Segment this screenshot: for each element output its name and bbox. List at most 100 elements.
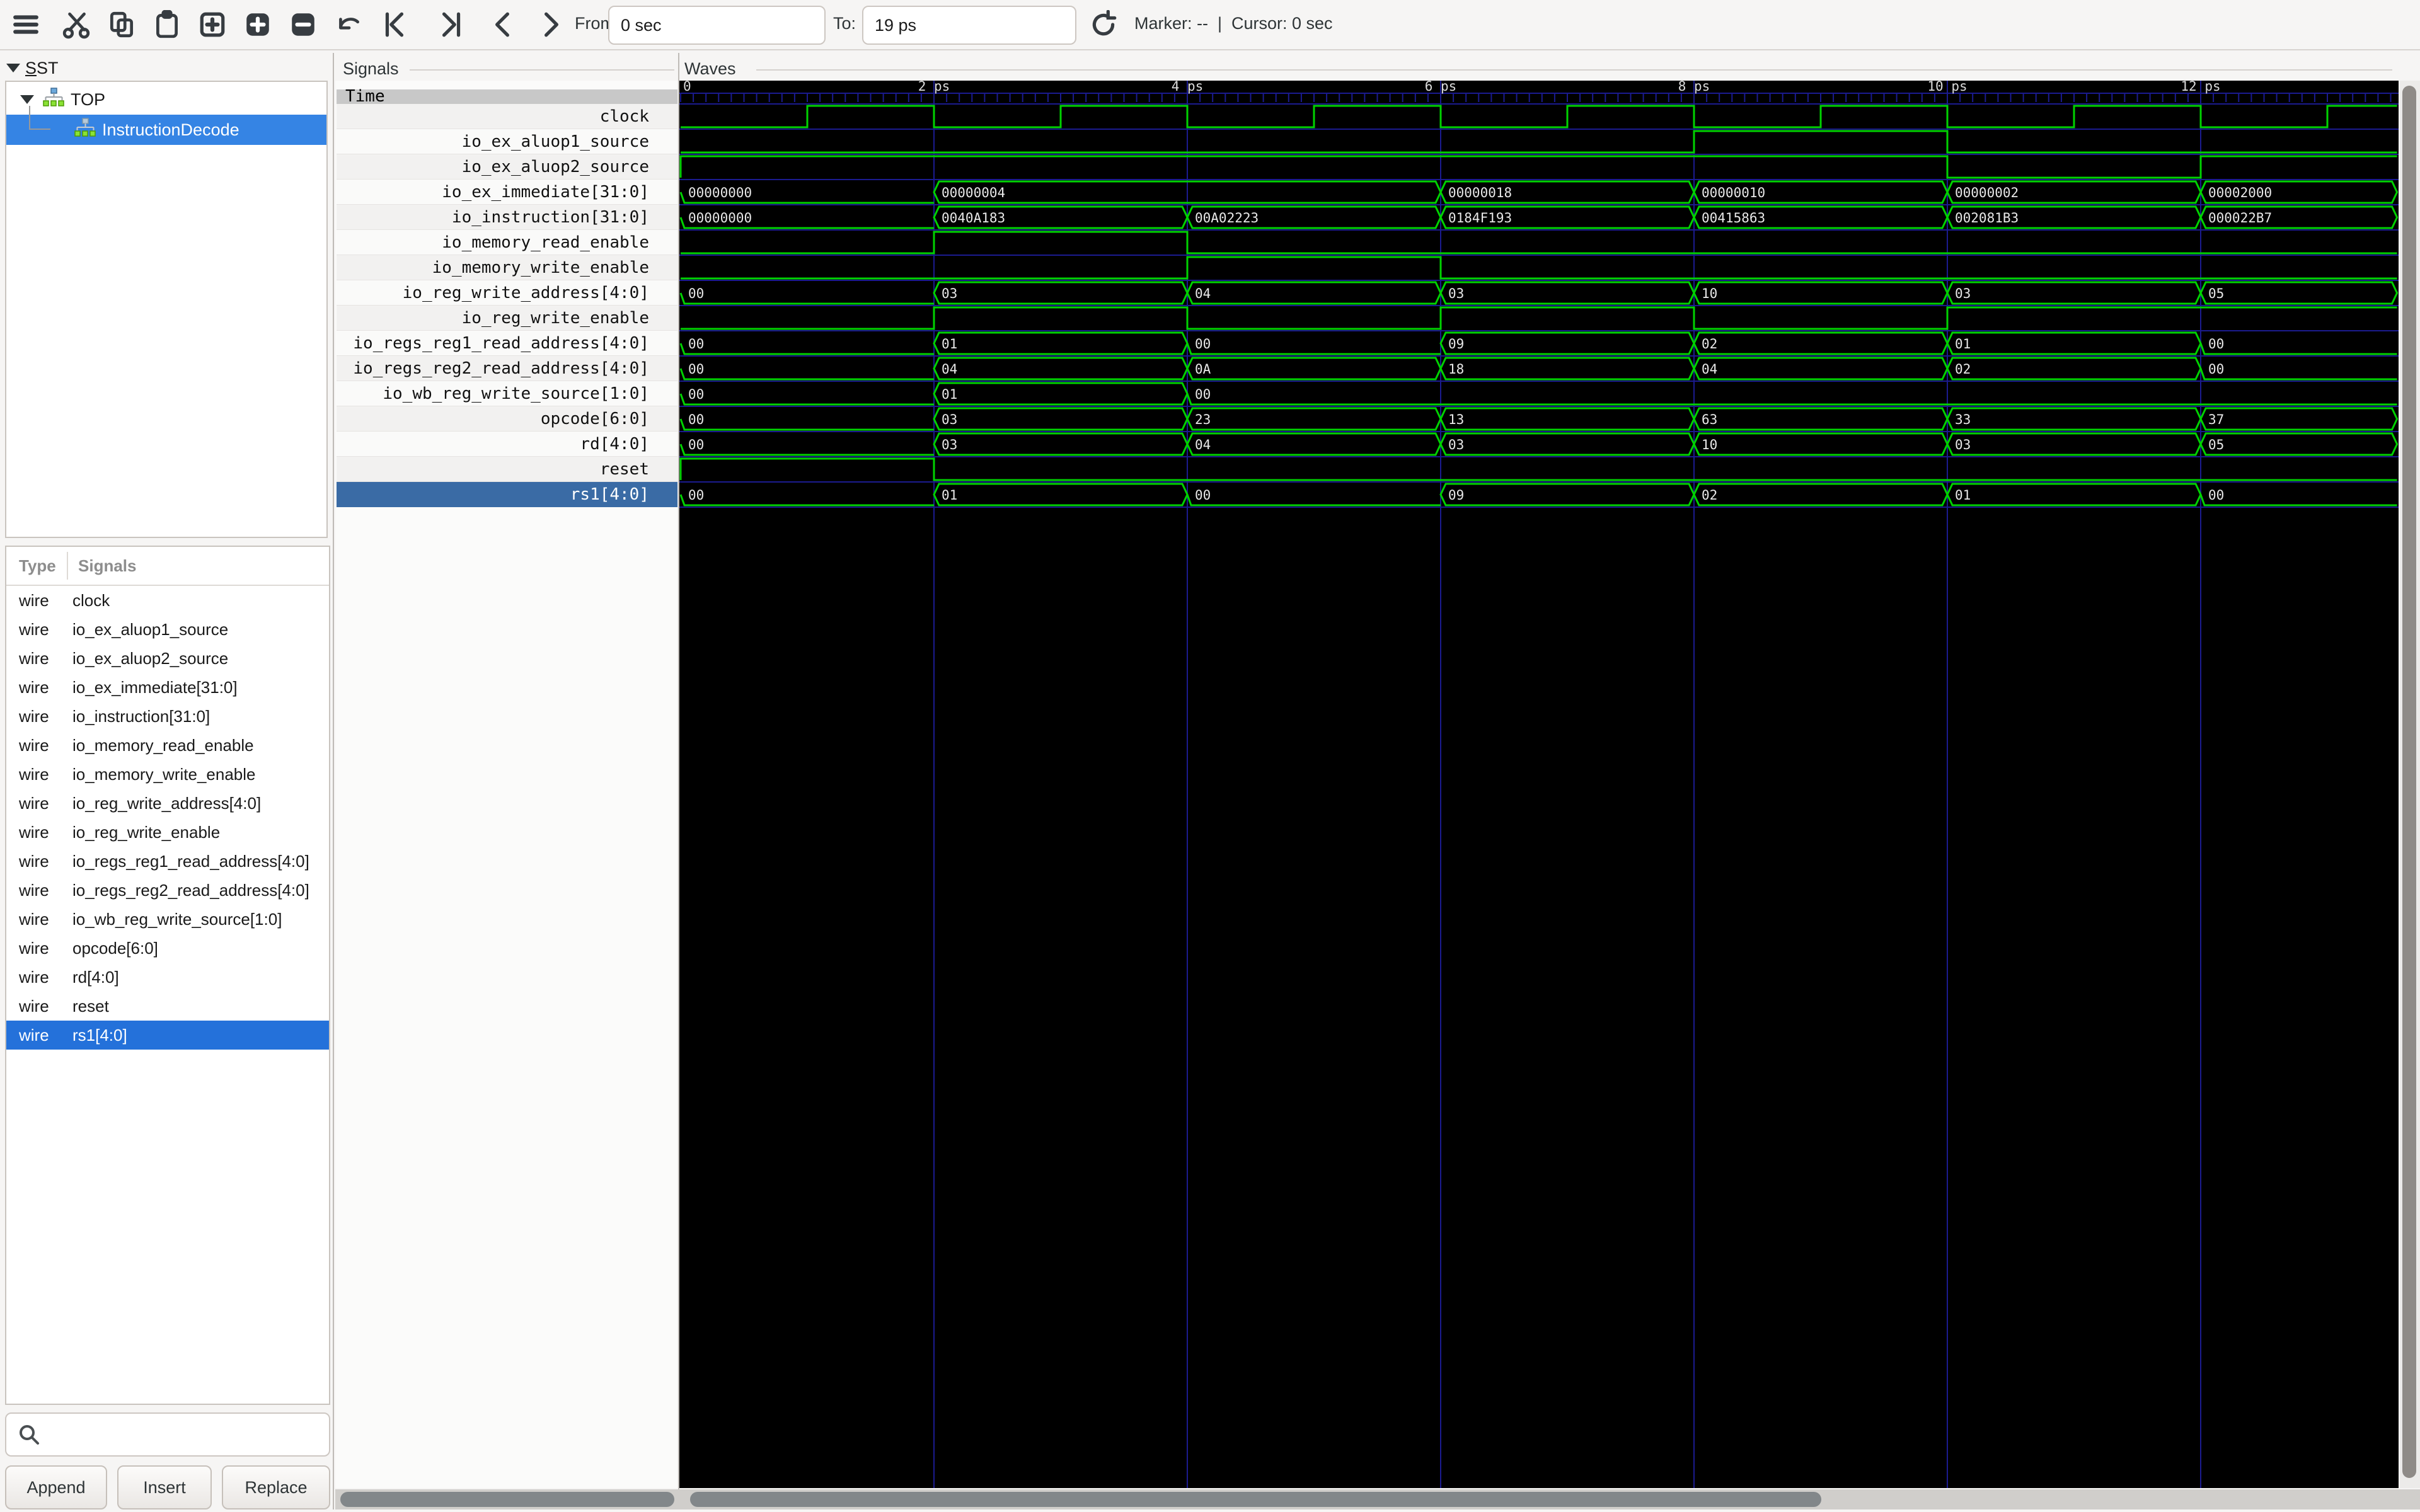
- panel-divider[interactable]: [333, 53, 334, 1512]
- signals-hscrollbar-thumb[interactable]: [340, 1492, 674, 1507]
- paste-button[interactable]: [149, 6, 185, 43]
- signal-type: wire: [6, 910, 72, 929]
- waves-vertical-scrollbar[interactable]: [2400, 81, 2420, 1488]
- type-column-header[interactable]: Type: [6, 556, 72, 576]
- svg-text:03: 03: [1955, 437, 1971, 452]
- signal-name-row[interactable]: io_instruction[31:0]: [337, 205, 677, 230]
- from-input[interactable]: [608, 6, 826, 45]
- waveform-svg[interactable]: 02 ps4 ps6 ps8 ps10 ps12 ps0000000000000…: [679, 81, 2399, 1488]
- table-row[interactable]: wireio_instruction[31:0]: [6, 702, 329, 731]
- table-row[interactable]: wireio_wb_reg_write_source[1:0]: [6, 905, 329, 934]
- signal-name-row[interactable]: rd[4:0]: [337, 432, 677, 457]
- svg-text:2 ps: 2 ps: [918, 81, 950, 94]
- go-to-end-button[interactable]: [432, 6, 469, 43]
- signal-name-row[interactable]: io_ex_aluop2_source: [337, 154, 677, 180]
- signal-name-row[interactable]: reset: [337, 457, 677, 482]
- expander-icon[interactable]: [20, 95, 34, 104]
- signal-name-row[interactable]: io_regs_reg1_read_address[4:0]: [337, 331, 677, 356]
- table-row[interactable]: wirereset: [6, 992, 329, 1021]
- zoom-fit-button[interactable]: [194, 6, 231, 43]
- table-row[interactable]: wirers1[4:0]: [6, 1021, 329, 1050]
- table-row[interactable]: wireio_reg_write_address[4:0]: [6, 789, 329, 818]
- zoom-fit-icon: [198, 10, 227, 39]
- svg-text:01: 01: [1955, 336, 1971, 352]
- time-column-header[interactable]: Time: [337, 89, 677, 104]
- table-row[interactable]: wireio_memory_read_enable: [6, 731, 329, 760]
- table-row[interactable]: wireio_ex_aluop1_source: [6, 615, 329, 644]
- signal-name-row[interactable]: io_ex_aluop1_source: [337, 129, 677, 154]
- to-input[interactable]: [862, 6, 1076, 45]
- table-row[interactable]: wireio_reg_write_enable: [6, 818, 329, 847]
- table-row[interactable]: wireio_memory_write_enable: [6, 760, 329, 789]
- svg-text:02: 02: [1702, 336, 1717, 352]
- svg-text:00: 00: [688, 286, 704, 301]
- svg-text:03: 03: [1955, 286, 1971, 301]
- tree-item-instructiondecode[interactable]: InstructionDecode: [6, 115, 326, 145]
- svg-text:00002000: 00002000: [2208, 185, 2272, 200]
- table-row[interactable]: wireio_ex_immediate[31:0]: [6, 673, 329, 702]
- frame-line: [410, 69, 674, 71]
- svg-text:37: 37: [2208, 412, 2224, 427]
- svg-text:00000002: 00000002: [1955, 185, 2019, 200]
- signal-name: rs1[4:0]: [72, 1026, 127, 1045]
- svg-text:02: 02: [1702, 488, 1717, 503]
- wave-canvas[interactable]: 02 ps4 ps6 ps8 ps10 ps12 ps0000000000000…: [679, 81, 2399, 1488]
- waves-hscrollbar-thumb[interactable]: [690, 1492, 1821, 1507]
- go-to-start-button[interactable]: [377, 6, 413, 43]
- signal-name-row[interactable]: io_memory_read_enable: [337, 230, 677, 255]
- svg-text:10 ps: 10 ps: [1927, 81, 1967, 94]
- zoom-out-button[interactable]: [285, 6, 321, 43]
- table-row[interactable]: wireopcode[6:0]: [6, 934, 329, 963]
- step-left-button[interactable]: [484, 6, 521, 43]
- table-row[interactable]: wireclock: [6, 586, 329, 615]
- table-row[interactable]: wireio_regs_reg1_read_address[4:0]: [6, 847, 329, 876]
- table-row[interactable]: wirerd[4:0]: [6, 963, 329, 992]
- signal-name-row[interactable]: opcode[6:0]: [337, 406, 677, 432]
- tree-item-top[interactable]: TOP: [6, 84, 326, 115]
- table-row[interactable]: wireio_regs_reg2_read_address[4:0]: [6, 876, 329, 905]
- svg-text:02: 02: [1955, 362, 1971, 377]
- cut-button[interactable]: [58, 6, 95, 43]
- signal-name-row[interactable]: io_ex_immediate[31:0]: [337, 180, 677, 205]
- svg-text:18: 18: [1448, 362, 1464, 377]
- undo-button[interactable]: [330, 6, 367, 43]
- sst-header[interactable]: SST: [6, 55, 59, 81]
- svg-text:33: 33: [1955, 412, 1971, 427]
- svg-text:01: 01: [1955, 488, 1971, 503]
- signal-name-row[interactable]: io_wb_reg_write_source[1:0]: [337, 381, 677, 406]
- signal-name-row[interactable]: rs1[4:0]: [337, 482, 677, 507]
- signal-name-row[interactable]: io_regs_reg2_read_address[4:0]: [337, 356, 677, 381]
- svg-text:00: 00: [688, 336, 704, 352]
- replace-button[interactable]: Replace: [222, 1465, 330, 1509]
- signals-column-header[interactable]: Signals: [72, 556, 136, 576]
- signal-name: io_memory_read_enable: [72, 736, 254, 755]
- signal-type: wire: [6, 678, 72, 697]
- copy-button[interactable]: [103, 6, 140, 43]
- svg-text:4 ps: 4 ps: [1172, 81, 1204, 94]
- scrollbar-thumb[interactable]: [2402, 86, 2416, 1478]
- signal-name-row[interactable]: io_memory_write_enable: [337, 255, 677, 280]
- signal-name: io_instruction[31:0]: [72, 707, 210, 726]
- cut-icon: [62, 10, 91, 39]
- append-button[interactable]: Append: [5, 1465, 107, 1509]
- signal-type: wire: [6, 794, 72, 813]
- signal-name-row[interactable]: io_reg_write_enable: [337, 306, 677, 331]
- window-bottom-edge: [0, 1509, 2420, 1512]
- svg-text:01: 01: [942, 336, 957, 352]
- menu-button[interactable]: [8, 6, 44, 43]
- reload-button[interactable]: [1085, 6, 1122, 43]
- table-header: Type Signals: [6, 547, 329, 586]
- step-right-button[interactable]: [533, 6, 570, 43]
- table-row[interactable]: wireio_ex_aluop2_source: [6, 644, 329, 673]
- zoom-in-button[interactable]: [239, 6, 276, 43]
- signal-name-row[interactable]: clock: [337, 104, 677, 129]
- svg-text:03: 03: [942, 412, 957, 427]
- insert-button[interactable]: Insert: [117, 1465, 212, 1509]
- svg-text:00000000: 00000000: [688, 185, 752, 200]
- search-input[interactable]: [42, 1414, 329, 1455]
- svg-text:0A: 0A: [1195, 362, 1211, 377]
- signal-name: io_reg_write_enable: [72, 823, 220, 842]
- svg-text:00: 00: [2208, 362, 2224, 377]
- signal-name-row[interactable]: io_reg_write_address[4:0]: [337, 280, 677, 306]
- signal-type: wire: [6, 852, 72, 871]
